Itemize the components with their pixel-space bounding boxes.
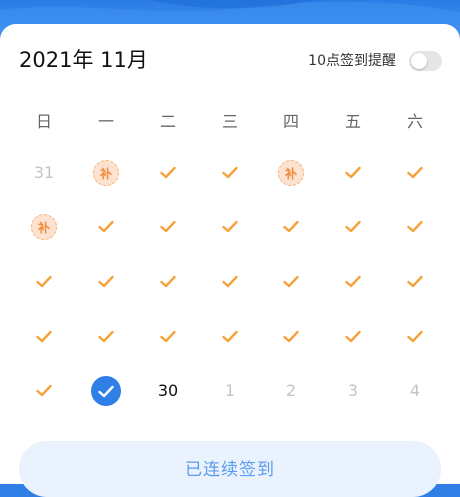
checkmark-icon <box>222 328 238 347</box>
calendar-day-signed[interactable] <box>86 207 126 247</box>
calendar-day-signed[interactable] <box>86 262 126 302</box>
checkmark-icon <box>98 218 114 237</box>
checkmark-icon <box>283 328 299 347</box>
calendar-day-signed[interactable] <box>210 153 250 193</box>
checkmark-icon <box>345 218 361 237</box>
calendar-day-signed[interactable] <box>148 153 188 193</box>
checkmark-icon <box>222 164 238 183</box>
calendar-day[interactable]: 31 <box>24 153 64 193</box>
calendar-day-signed[interactable] <box>148 317 188 357</box>
checkmark-icon <box>283 273 299 292</box>
checkmark-icon <box>407 164 423 183</box>
makeup-badge: 补 <box>31 214 57 240</box>
checkmark-icon <box>283 218 299 237</box>
calendar-day-signed[interactable] <box>148 207 188 247</box>
day-grid: 31 补补补 30 1 2 3 4 <box>0 24 460 484</box>
calendar-day-signed[interactable] <box>271 207 311 247</box>
calendar-day-today[interactable] <box>86 371 126 411</box>
day-number: 1 <box>224 381 236 400</box>
calendar-day-signed[interactable] <box>86 317 126 357</box>
checkmark-icon <box>36 382 52 401</box>
checkmark-icon <box>407 273 423 292</box>
calendar-day-signed[interactable] <box>210 262 250 302</box>
calendar-day[interactable]: 1 <box>210 371 250 411</box>
calendar-day-signed[interactable] <box>333 153 373 193</box>
calendar-card: 2021年 11月 10点签到提醒 日 一 二 三 四 五 六 31 补补补 30 1… <box>0 24 460 497</box>
checkmark-icon <box>160 273 176 292</box>
calendar-day-signed[interactable] <box>210 207 250 247</box>
calendar-day-makeup[interactable]: 补 <box>86 153 126 193</box>
day-number: 31 <box>33 163 55 182</box>
calendar-day-signed[interactable] <box>24 262 64 302</box>
calendar-day-makeup[interactable]: 补 <box>24 207 64 247</box>
checkmark-icon <box>345 164 361 183</box>
calendar-day-signed[interactable] <box>24 371 64 411</box>
day-number: 30 <box>157 381 179 400</box>
makeup-badge: 补 <box>278 160 304 186</box>
day-number: 2 <box>285 381 297 400</box>
day-number: 3 <box>347 381 359 400</box>
checkmark-icon <box>222 273 238 292</box>
calendar-day[interactable]: 4 <box>395 371 435 411</box>
calendar-day-signed[interactable] <box>395 262 435 302</box>
calendar-day-signed[interactable] <box>24 317 64 357</box>
calendar-day-signed[interactable] <box>333 262 373 302</box>
checkmark-icon <box>36 273 52 292</box>
consecutive-signin-label: 已连续签到 <box>185 460 275 480</box>
calendar-day-makeup[interactable]: 补 <box>271 153 311 193</box>
checkmark-icon <box>222 218 238 237</box>
calendar-day-signed[interactable] <box>333 207 373 247</box>
checkmark-icon <box>345 328 361 347</box>
checkmark-icon <box>407 218 423 237</box>
checkmark-icon <box>36 328 52 347</box>
calendar-day-signed[interactable] <box>210 317 250 357</box>
checkmark-icon <box>345 273 361 292</box>
today-check-icon <box>91 376 121 406</box>
checkmark-icon <box>98 328 114 347</box>
calendar-day-signed[interactable] <box>395 317 435 357</box>
calendar-day[interactable]: 3 <box>333 371 373 411</box>
calendar-day-signed[interactable] <box>271 317 311 357</box>
calendar-day-signed[interactable] <box>148 262 188 302</box>
checkmark-icon <box>160 328 176 347</box>
calendar-day[interactable]: 2 <box>271 371 311 411</box>
consecutive-signin-button[interactable]: 已连续签到 <box>19 441 441 497</box>
calendar-day-signed[interactable] <box>271 262 311 302</box>
calendar-day-signed[interactable] <box>395 207 435 247</box>
makeup-badge: 补 <box>93 160 119 186</box>
calendar-day[interactable]: 30 <box>148 371 188 411</box>
day-number: 4 <box>409 381 421 400</box>
checkmark-icon <box>407 328 423 347</box>
checkmark-icon <box>98 273 114 292</box>
checkmark-icon <box>160 218 176 237</box>
calendar-day-signed[interactable] <box>333 317 373 357</box>
calendar-day-signed[interactable] <box>395 153 435 193</box>
checkmark-icon <box>160 164 176 183</box>
